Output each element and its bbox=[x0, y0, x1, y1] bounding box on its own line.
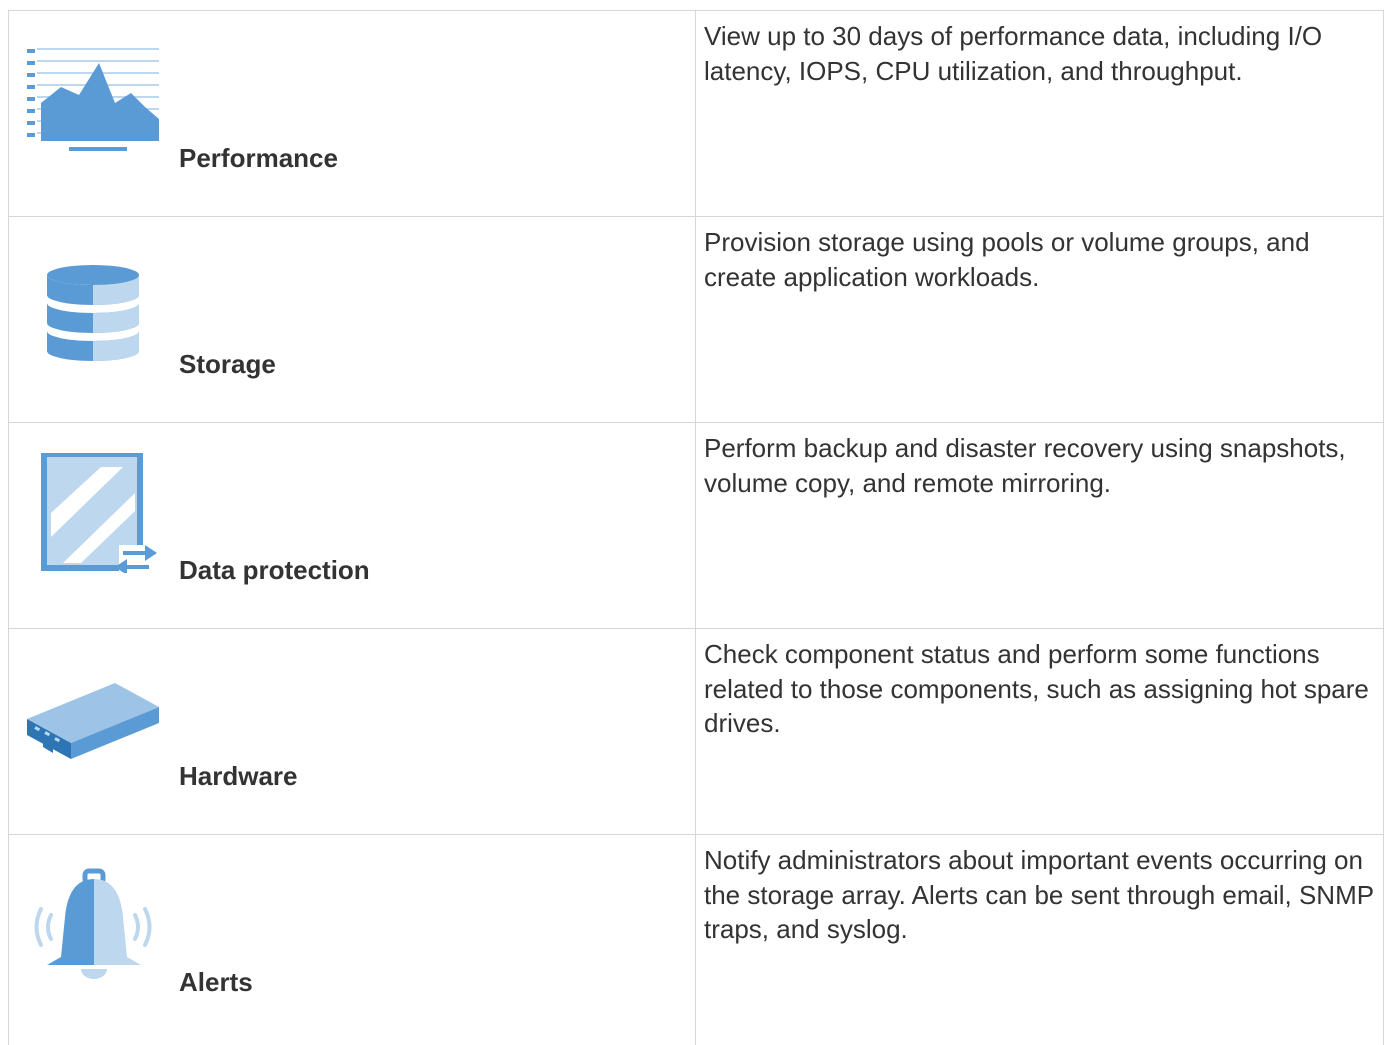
feature-name: Alerts bbox=[179, 967, 253, 998]
feature-cell: Data protection bbox=[9, 423, 696, 629]
storage-database-icon bbox=[23, 247, 163, 367]
feature-description: Provision storage using pools or volume … bbox=[696, 217, 1383, 294]
feature-description: View up to 30 days of performance data, … bbox=[696, 11, 1383, 88]
feature-row-hardware: Hardware Check component status and perf… bbox=[9, 629, 1384, 835]
feature-name: Performance bbox=[179, 143, 338, 174]
feature-description: Notify administrators about important ev… bbox=[696, 835, 1383, 947]
feature-description: Perform backup and disaster recovery usi… bbox=[696, 423, 1383, 500]
feature-row-performance: Performance View up to 30 days of perfor… bbox=[9, 11, 1384, 217]
feature-cell: Alerts bbox=[9, 835, 696, 1045]
feature-cell: Performance bbox=[9, 11, 696, 217]
hardware-server-icon bbox=[23, 659, 163, 779]
feature-name: Data protection bbox=[179, 555, 370, 586]
performance-chart-icon bbox=[23, 41, 163, 161]
feature-row-storage: Storage Provision storage using pools or… bbox=[9, 217, 1384, 423]
alert-bell-icon bbox=[23, 865, 163, 985]
feature-description-cell: Perform backup and disaster recovery usi… bbox=[696, 423, 1384, 629]
feature-row-data-protection: Data protection Perform backup and disas… bbox=[9, 423, 1384, 629]
feature-cell: Hardware bbox=[9, 629, 696, 835]
feature-description-cell: Provision storage using pools or volume … bbox=[696, 217, 1384, 423]
feature-description-cell: Notify administrators about important ev… bbox=[696, 835, 1384, 1045]
feature-name: Storage bbox=[179, 349, 276, 380]
features-table: Performance View up to 30 days of perfor… bbox=[8, 10, 1384, 1045]
data-protection-mirror-icon bbox=[23, 453, 163, 573]
feature-row-alerts: Alerts Notify administrators about impor… bbox=[9, 835, 1384, 1045]
feature-name: Hardware bbox=[179, 761, 298, 792]
feature-description: Check component status and perform some … bbox=[696, 629, 1383, 741]
feature-cell: Storage bbox=[9, 217, 696, 423]
feature-description-cell: View up to 30 days of performance data, … bbox=[696, 11, 1384, 217]
feature-description-cell: Check component status and perform some … bbox=[696, 629, 1384, 835]
